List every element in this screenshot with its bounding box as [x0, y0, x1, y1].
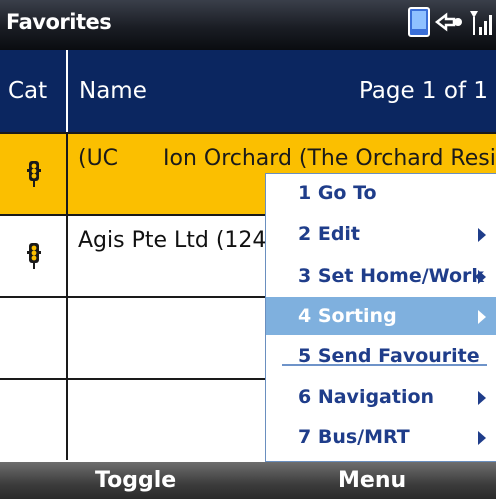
row-category — [0, 134, 68, 214]
menu-item-label: 4 Sorting — [298, 305, 397, 327]
row-category — [0, 380, 68, 460]
menu-softkey[interactable]: Menu — [338, 468, 406, 493]
favorite-name: Ion Orchard (The Orchard Resic — [163, 146, 496, 171]
menu-item-bus-mrt[interactable]: 7 Bus/MRT — [266, 418, 496, 456]
column-header-cat-label: Cat — [8, 78, 48, 104]
menu-item-label: 6 Navigation — [298, 386, 435, 408]
submenu-arrow-icon — [478, 391, 486, 405]
row-category — [0, 298, 68, 378]
menu-item-go-to[interactable]: 1 Go To — [266, 174, 496, 212]
menu-item-label: 2 Edit — [298, 223, 361, 245]
menu-item-edit[interactable]: 2 Edit — [266, 215, 496, 253]
context-menu: 1 Go To 2 Edit 3 Set Home/Work 4 Sorting… — [265, 173, 496, 462]
column-header-cat[interactable]: Cat — [0, 50, 68, 132]
signal-strength-icon[interactable] — [468, 7, 494, 42]
menu-item-navigation[interactable]: 6 Navigation — [266, 378, 496, 416]
column-header-name-label: Name — [79, 78, 147, 104]
menu-item-sorting[interactable]: 4 Sorting — [266, 297, 496, 335]
connectivity-icon[interactable] — [434, 7, 464, 42]
app-title: Favorites — [6, 10, 112, 34]
list-header: Cat Name Page 1 of 1 — [0, 50, 496, 132]
page-indicator: Page 1 of 1 — [358, 78, 488, 104]
softkey-bar: Toggle Menu — [0, 462, 496, 499]
device-icon[interactable] — [408, 6, 430, 42]
submenu-arrow-icon — [478, 228, 486, 242]
favorite-name-prefix: (UC — [78, 146, 119, 171]
submenu-arrow-icon — [478, 310, 486, 324]
toggle-softkey[interactable]: Toggle — [95, 468, 176, 493]
menu-item-set-home-work[interactable]: 3 Set Home/Work — [266, 257, 496, 295]
favorite-name: Agis Pte Ltd (124m — [78, 228, 288, 253]
traffic-light-icon — [27, 242, 41, 275]
status-icons — [408, 6, 494, 42]
title-bar: Favorites — [0, 0, 496, 50]
menu-separator — [282, 364, 487, 366]
menu-item-label: 7 Bus/MRT — [298, 426, 410, 448]
submenu-arrow-icon — [478, 270, 486, 284]
menu-item-label: 3 Set Home/Work — [298, 265, 485, 287]
submenu-arrow-icon — [478, 431, 486, 445]
row-category — [0, 216, 68, 296]
menu-item-send-favourite[interactable]: 5 Send Favourite — [266, 337, 496, 375]
menu-item-label: 1 Go To — [298, 182, 377, 204]
traffic-light-icon — [27, 160, 41, 193]
